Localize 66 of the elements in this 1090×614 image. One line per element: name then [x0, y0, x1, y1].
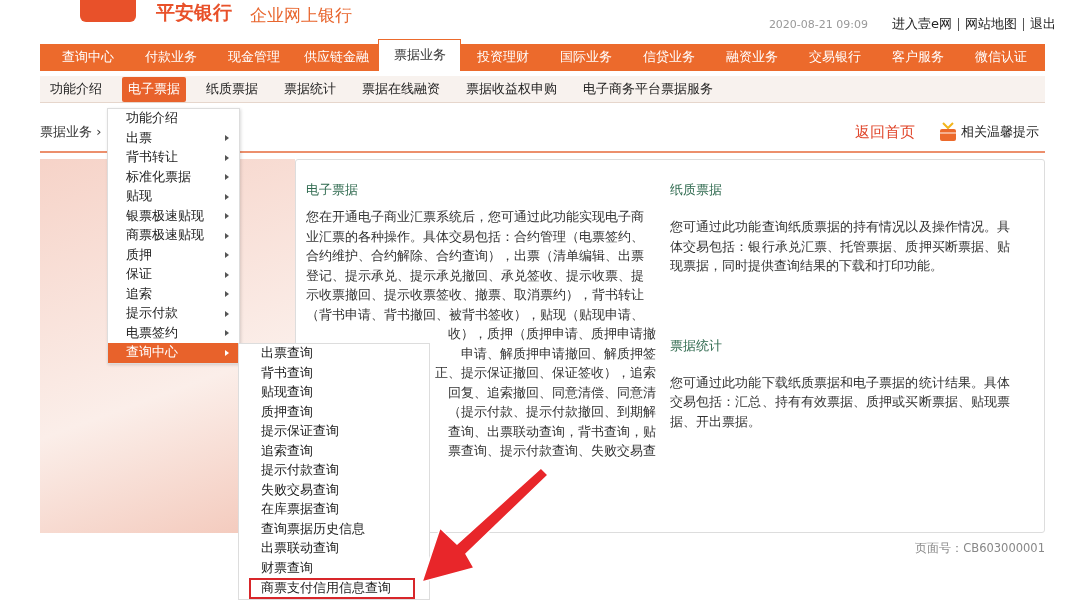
- section-title: 电子票据: [306, 182, 359, 199]
- section-title: 纸质票据: [670, 182, 723, 199]
- description-text: 登记、提示承兑、提示承兑撤回、承兑签收、提示收票、提: [306, 266, 642, 285]
- bank-logo-icon: [80, 0, 136, 22]
- menu-item[interactable]: 标准化票据: [108, 167, 239, 187]
- description-text: 您在开通电子商业汇票系统后，您可通过此功能实现电子商: [306, 208, 642, 226]
- description-text: 合约维护、合约解除、合约查询），出票（清单编辑、出票: [306, 247, 642, 265]
- sub-nav-tab[interactable]: 票据统计: [278, 76, 342, 102]
- basket-icon: [939, 122, 957, 142]
- datetime: 2020-08-21 09:09: [768, 18, 868, 31]
- description-text: 业汇票的各种操作。具体交易包括：合约管理（电票签约、: [306, 227, 642, 246]
- sub-nav-tab[interactable]: 纸质票据: [200, 76, 264, 102]
- sub-nav-tab[interactable]: 票据在线融资: [356, 76, 446, 102]
- menu-item[interactable]: 保证: [108, 265, 239, 285]
- sub-nav-tab[interactable]: 电子商务平台票据服务: [577, 76, 719, 102]
- home-link[interactable]: 返回首页: [855, 122, 915, 142]
- description-text: 现票据，同时提供查询结果的下载和打印功能。: [670, 257, 944, 275]
- menu-item[interactable]: 功能介绍: [108, 109, 239, 129]
- help-link[interactable]: 相关温馨提示: [939, 122, 1039, 142]
- product-title: 企业网上银行: [250, 4, 352, 27]
- page-code: 页面号：CB603000001: [915, 541, 1045, 556]
- description-text: 查询、出票联动查询，背书查询，贴: [447, 422, 656, 441]
- submenu-item[interactable]: 出票联动查询: [239, 539, 347, 559]
- menu-item[interactable]: 电票签约: [108, 323, 239, 343]
- description-text: 申请、解质押申请撤回、解质押签: [460, 344, 656, 363]
- submenu-item[interactable]: 质押查询: [239, 402, 321, 422]
- submenu-item[interactable]: 提示付款查询: [239, 461, 347, 481]
- description-text: （提示付款、提示付款撤回、到期解: [447, 403, 656, 421]
- header-link[interactable]: 进入壹e网: [892, 15, 952, 33]
- menu-item[interactable]: 贴现: [108, 187, 239, 207]
- section-title: 票据统计: [670, 337, 723, 355]
- menu-item[interactable]: 提示付款: [108, 304, 239, 324]
- nav-tab[interactable]: 票据业务: [378, 39, 461, 71]
- description-text: 交易包括：汇总、持有有效票据、质押或买断票据、贴现票: [670, 393, 1010, 411]
- menu-item[interactable]: 商票极速贴现: [108, 226, 239, 246]
- description-text: 您可通过此功能下载纸质票据和电子票据的统计结果。具体: [670, 373, 1010, 392]
- description-text: 正、提示保证撤回、保证签收），追索: [434, 364, 656, 382]
- submenu-item[interactable]: 提示保证查询: [239, 422, 347, 442]
- description-text: （背书申请、背书撤回、被背书签收），贴现（贴现申请、: [306, 305, 642, 324]
- submenu-item[interactable]: 在库票据查询: [239, 500, 347, 520]
- description-text: 收），质押（质押申请、质押申请撤: [447, 325, 656, 343]
- submenu-item[interactable]: 商票支付信用信息查询: [249, 578, 415, 599]
- description-text: 回复、追索撤回、同意清偿、同意清: [447, 383, 656, 402]
- submenu-item[interactable]: 贴现查询: [239, 383, 321, 403]
- description-text: 票查询、提示付款查询、失败交易查: [447, 442, 656, 460]
- menu-item[interactable]: 银票极速贴现: [108, 206, 239, 226]
- header-link[interactable]: 退出: [1030, 15, 1056, 33]
- menu-item[interactable]: 背书转让: [108, 148, 239, 168]
- submenu-item[interactable]: 失败交易查询: [239, 480, 347, 500]
- sub-nav-tab[interactable]: 票据收益权申购: [460, 76, 563, 102]
- breadcrumb: 票据业务 ›: [40, 123, 102, 141]
- submenu-item[interactable]: 出票查询: [239, 344, 321, 364]
- menu-item[interactable]: 出票: [108, 128, 239, 148]
- bank-name: 平安银行: [156, 0, 232, 25]
- header-link[interactable]: 网站地图: [965, 15, 1017, 33]
- description-text: 您可通过此功能查询纸质票据的持有情况以及操作情况。具: [670, 218, 1010, 236]
- menu-item[interactable]: 追索: [108, 284, 239, 304]
- submenu-item[interactable]: 查询票据历史信息: [239, 519, 373, 539]
- submenu-item[interactable]: 追索查询: [239, 441, 321, 461]
- sub-nav-tab[interactable]: 功能介绍: [44, 76, 108, 102]
- description-text: 据、开出票据。: [670, 412, 762, 431]
- submenu-item[interactable]: 背书查询: [239, 363, 321, 383]
- menu-item[interactable]: 质押: [108, 245, 239, 265]
- description-text: 体交易包括：银行承兑汇票、托管票据、质押买断票据、贴: [670, 237, 1010, 256]
- submenu-item[interactable]: 财票查询: [239, 558, 321, 578]
- description-text: 示收票撤回、提示收票签收、撤票、取消票约），背书转让: [306, 286, 642, 304]
